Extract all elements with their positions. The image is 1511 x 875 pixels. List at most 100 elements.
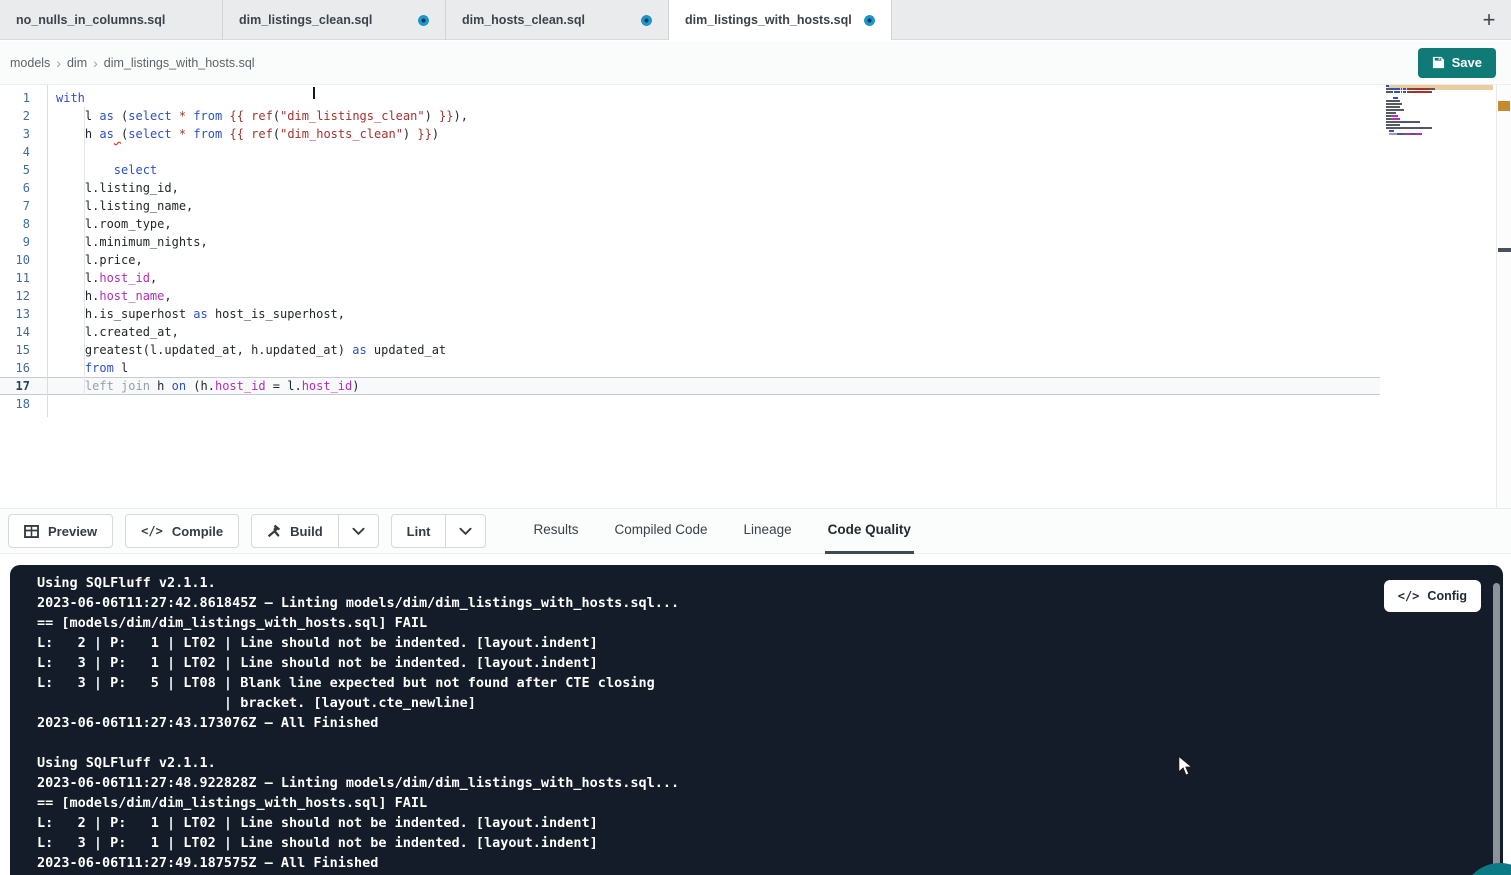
compile-label: Compile [172, 524, 223, 539]
line-number: 16 [0, 359, 30, 377]
line-number: 8 [0, 215, 30, 233]
config-label: Config [1427, 589, 1467, 603]
code-line[interactable]: 11 l.host_id, [0, 269, 1381, 287]
preview-button[interactable]: Preview [8, 514, 113, 548]
tab-label: dim_hosts_clean.sql [462, 13, 585, 27]
results-tab-code-quality[interactable]: Code Quality [825, 508, 914, 554]
code-line[interactable]: 6 l.listing_id, [0, 179, 1381, 197]
action-bar: Preview </> Compile Build Lint [0, 508, 1511, 554]
line-number: 5 [0, 161, 30, 179]
line-number: 3 [0, 125, 30, 143]
lint-label: Lint [407, 524, 431, 539]
terminal-line: L: 3 | P: 5 | LT08 | Blank line expected… [37, 673, 1383, 693]
code-line[interactable]: 12 h.host_name, [0, 287, 1381, 305]
chevron-down-icon [352, 527, 365, 536]
unsaved-changes-dot-icon [641, 15, 652, 26]
table-grid-icon [24, 525, 39, 538]
line-number: 11 [0, 269, 30, 287]
lint-warning-marker [1498, 101, 1510, 111]
line-number: 12 [0, 287, 30, 305]
code-line[interactable]: 2 l as (select * from {{ ref("dim_listin… [0, 107, 1381, 125]
code-line[interactable]: 1with [0, 89, 1381, 107]
save-label: Save [1452, 55, 1482, 70]
breadcrumb-chevron-icon: › [56, 55, 61, 71]
breadcrumb-item[interactable]: models [10, 56, 50, 70]
results-tab-compiled-code[interactable]: Compiled Code [611, 508, 710, 554]
terminal-panel: Using SQLFluff v2.1.1.2023-06-06T11:27:4… [10, 565, 1503, 875]
tab-label: dim_listings_clean.sql [239, 13, 372, 27]
results-tab-results[interactable]: Results [530, 508, 581, 554]
breadcrumb-item[interactable]: dim [67, 56, 87, 70]
code-line[interactable]: 7 l.listing_name, [0, 197, 1381, 215]
compile-button[interactable]: </> Compile [125, 514, 239, 548]
breadcrumb-item[interactable]: dim_listings_with_hosts.sql [104, 56, 255, 70]
code-line[interactable]: 14 l.created_at, [0, 323, 1381, 341]
new-tab-button[interactable]: + [1467, 0, 1511, 40]
terminal-line: L: 3 | P: 1 | LT02 | Line should not be … [37, 653, 1383, 673]
code-line[interactable]: 16 from l [0, 359, 1381, 377]
scroll-position-marker [1498, 248, 1511, 252]
line-number: 9 [0, 233, 30, 251]
terminal-line: == [models/dim/dim_listings_with_hosts.s… [37, 613, 1383, 633]
lint-config-button[interactable]: </> Config [1384, 580, 1481, 612]
build-button[interactable]: Build [251, 514, 339, 548]
line-number: 18 [0, 395, 30, 413]
code-line[interactable]: 5 select [0, 161, 1381, 179]
code-line[interactable]: 8 l.room_type, [0, 215, 1381, 233]
code-line[interactable]: 4 [0, 143, 1381, 161]
line-number: 13 [0, 305, 30, 323]
line-number: 4 [0, 143, 30, 161]
tab-no-nulls-in-columns[interactable]: no_nulls_in_columns.sql [0, 0, 223, 40]
code-line[interactable]: 15 greatest(l.updated_at, h.updated_at) … [0, 341, 1381, 359]
lint-dropdown-button[interactable] [446, 514, 486, 548]
text-caret [313, 87, 315, 99]
code-line[interactable]: 17 left join h on (h.host_id = l.host_id… [0, 377, 1381, 395]
terminal-line: L: 2 | P: 1 | LT02 | Line should not be … [37, 633, 1383, 653]
unsaved-changes-dot-icon [864, 15, 875, 26]
build-dropdown-button[interactable] [339, 514, 379, 548]
line-number: 2 [0, 107, 30, 125]
line-number: 7 [0, 197, 30, 215]
tab-label: no_nulls_in_columns.sql [16, 13, 165, 27]
terminal-line: L: 2 | P: 1 | LT02 | Line should not be … [37, 813, 1383, 833]
dbt-cloud-ide: no_nulls_in_columns.sql dim_listings_cle… [0, 0, 1511, 875]
tab-label: dim_listings_with_hosts.sql [685, 13, 852, 27]
tab-dim-hosts-clean[interactable]: dim_hosts_clean.sql [446, 0, 669, 40]
terminal-line: 2023-06-06T11:27:42.861845Z – Linting mo… [37, 593, 1383, 613]
terminal-line: 2023-06-06T11:27:48.922828Z – Linting mo… [37, 773, 1383, 793]
hammer-icon [267, 524, 281, 538]
terminal-line: 2023-06-06T11:27:49.187575Z – All Finish… [37, 853, 1383, 873]
save-button[interactable]: Save [1418, 48, 1496, 78]
unsaved-changes-dot-icon [418, 15, 429, 26]
terminal-line: == [models/dim/dim_listings_with_hosts.s… [37, 793, 1383, 813]
terminal-line: Using SQLFluff v2.1.1. [37, 753, 1383, 773]
code-editor[interactable]: 1with2 l as (select * from {{ ref("dim_l… [0, 85, 1511, 508]
lint-button[interactable]: Lint [391, 514, 447, 548]
tab-dim-listings-clean[interactable]: dim_listings_clean.sql [223, 0, 446, 40]
terminal-output: Using SQLFluff v2.1.1.2023-06-06T11:27:4… [37, 573, 1383, 873]
build-button-group: Build [251, 514, 379, 548]
editor-minimap[interactable] [1386, 85, 1462, 139]
terminal-line [37, 733, 1383, 753]
preview-label: Preview [48, 524, 97, 539]
results-tab-lineage[interactable]: Lineage [741, 508, 795, 554]
code-line[interactable]: 13 h.is_superhost as host_is_superhost, [0, 305, 1381, 323]
editor-scrollbar[interactable] [1496, 85, 1511, 508]
terminal-line: L: 3 | P: 1 | LT02 | Line should not be … [37, 833, 1383, 853]
code-line[interactable]: 18 [0, 395, 1381, 413]
line-number: 15 [0, 341, 30, 359]
code-line[interactable]: 3 h as (select * from {{ ref("dim_hosts_… [0, 125, 1381, 143]
breadcrumb-chevron-icon: › [93, 55, 98, 71]
code-line[interactable]: 9 l.minimum_nights, [0, 233, 1381, 251]
build-label: Build [290, 524, 323, 539]
line-number: 14 [0, 323, 30, 341]
code-line[interactable]: 10 l.price, [0, 251, 1381, 269]
chevron-down-icon [459, 527, 472, 536]
terminal-scrollbar[interactable] [1493, 583, 1500, 875]
line-number: 6 [0, 179, 30, 197]
tab-dim-listings-with-hosts[interactable]: dim_listings_with_hosts.sql [669, 0, 892, 40]
code-icon: </> [141, 524, 163, 538]
file-header-bar: models › dim › dim_listings_with_hosts.sql S… [0, 41, 1511, 85]
terminal-line: | bracket. [layout.cte_newline] [37, 693, 1383, 713]
breadcrumb: models › dim › dim_listings_with_hosts.sql [10, 55, 255, 71]
